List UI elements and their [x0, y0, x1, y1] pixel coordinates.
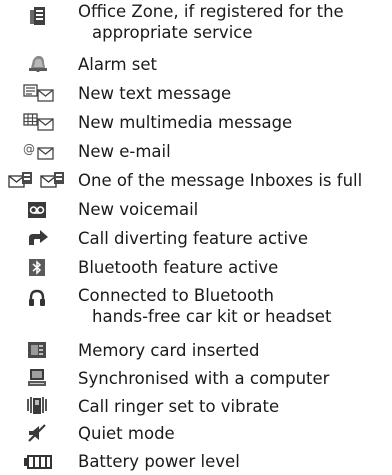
svg-text:@: @ — [23, 142, 35, 156]
item-line-2: appropriate service — [92, 23, 253, 42]
list-item-label: Connected to Bluetooth hands-free car ki… — [78, 285, 331, 327]
list-item-label: New multimedia message — [78, 113, 293, 132]
list-item-label: New text message — [78, 84, 232, 103]
alarm-bell-icon — [27, 54, 49, 72]
headset-icon — [28, 289, 46, 307]
list-item-label: Bluetooth feature active — [78, 258, 279, 277]
list-item-label: One of the message Inboxes is full — [78, 171, 363, 190]
list-item-label: New e-mail — [78, 142, 171, 161]
item-line-1: Office Zone, if registered for the — [78, 2, 344, 21]
list-item-label: Battery power level — [78, 452, 240, 471]
item-line-1: Connected to Bluetooth — [78, 286, 275, 305]
list-item-label: Alarm set — [78, 55, 158, 74]
list-item-label: Office Zone, if registered for the appro… — [78, 1, 344, 43]
voicemail-icon — [28, 202, 46, 218]
computer-sync-icon — [28, 369, 46, 387]
list-item-label: Synchronised with a computer — [78, 369, 330, 388]
list-item-label: New voicemail — [78, 200, 199, 219]
list-item-label: Call ringer set to vibrate — [78, 397, 280, 416]
item-line-2: hands-free car kit or headset — [92, 307, 332, 326]
list-item-label: Call diverting feature active — [78, 229, 309, 248]
call-divert-icon — [27, 229, 49, 247]
list-item-label: Memory card inserted — [78, 341, 260, 360]
inbox-full-icon — [8, 171, 72, 189]
bluetooth-icon — [29, 259, 45, 276]
email-icon: @ — [23, 142, 55, 160]
quiet-mode-icon — [28, 424, 46, 442]
list-item-label: Quiet mode — [78, 424, 175, 443]
text-message-icon — [23, 84, 55, 102]
office-zone-icon — [29, 6, 47, 26]
memory-card-icon — [28, 342, 46, 358]
multimedia-message-icon — [23, 113, 55, 131]
vibrate-icon — [27, 397, 47, 415]
battery-icon — [24, 455, 52, 469]
